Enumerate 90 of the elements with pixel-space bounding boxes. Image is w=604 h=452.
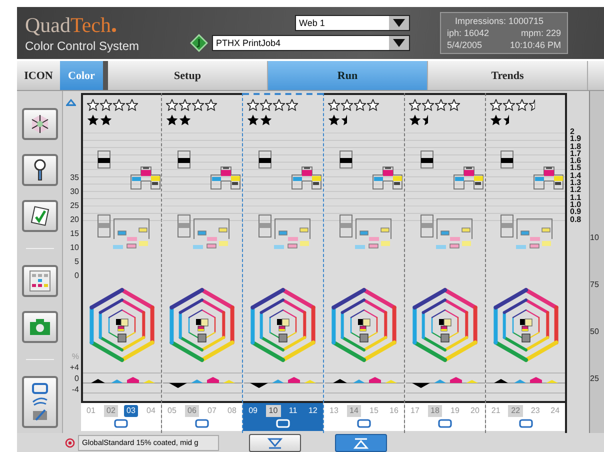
axis-label: % [70, 351, 79, 362]
zone-number[interactable]: 10 [266, 405, 281, 417]
web-dropdown[interactable]: Web 1 [295, 14, 410, 30]
impressions-count: Impressions: 1000715 [455, 16, 544, 26]
axis-label: 0 [74, 270, 79, 282]
frame-icon[interactable] [195, 419, 209, 428]
mode-tab[interactable]: Color [60, 61, 103, 90]
zone-number[interactable]: 01 [84, 405, 98, 417]
up-arrow-icon [351, 436, 371, 450]
axis-label: 35 [70, 172, 79, 184]
zone-number[interactable]: 04 [144, 405, 158, 417]
down-button[interactable] [249, 434, 301, 452]
axis-label: 1.5 [569, 164, 582, 172]
frame-icon[interactable] [114, 419, 128, 428]
mpm-reading: mpm: 229 [520, 28, 561, 38]
zone-number[interactable]: 12 [305, 405, 320, 417]
logo: QuadTech [25, 14, 175, 36]
zone-number[interactable]: 13 [326, 405, 342, 417]
zone-number[interactable]: 11 [286, 405, 300, 417]
axis-label: 10 [70, 242, 79, 254]
axis-label: 1.9 [569, 135, 582, 143]
axis-label: -4 [70, 384, 79, 395]
axis-label: 1.8 [569, 142, 582, 150]
zone-number[interactable]: 20 [468, 405, 482, 417]
axis-label: 1.3 [569, 179, 582, 186]
ink-grid-icon [28, 269, 52, 293]
tab-edge [588, 61, 604, 90]
down-arrow-icon [265, 436, 285, 450]
zone-number[interactable]: 05 [164, 405, 180, 417]
zone-number[interactable]: 24 [548, 405, 563, 417]
tab[interactable]: Trends [428, 61, 588, 90]
tab-separator [103, 61, 108, 90]
ink-keys-button[interactable] [22, 265, 58, 297]
zone-number[interactable]: 06 [184, 405, 200, 417]
frame-icon[interactable] [438, 419, 452, 428]
zone-number[interactable]: 14 [346, 405, 362, 417]
axis-label: 0 [74, 373, 79, 384]
iph-reading: iph: 16042 [447, 28, 490, 38]
axis-label: 1.6 [569, 157, 582, 164]
axis-label: 1.7 [569, 150, 582, 158]
inspect-button[interactable] [22, 154, 58, 186]
axis-label: 1.4 [569, 172, 582, 180]
axis-label: 1.1 [569, 194, 582, 201]
tab[interactable]: Run [268, 61, 428, 90]
axis-label: +4 [70, 362, 79, 373]
target-icon [65, 438, 75, 448]
up-button[interactable] [335, 434, 387, 452]
mode-tab[interactable]: ICON [17, 61, 60, 90]
axis-label: 25 [70, 200, 79, 212]
axis-label: 1.0 [569, 200, 582, 208]
scale-label: 75 [590, 280, 600, 289]
axis-label: 0.8 [569, 216, 582, 223]
job-dropdown[interactable]: PTHX PrintJob4 [212, 34, 410, 50]
zone-number[interactable]: 16 [386, 405, 402, 417]
frame-icon[interactable] [518, 419, 532, 428]
axis-label: 30 [70, 186, 79, 198]
axis-label: 20 [70, 214, 79, 226]
scale-label: 50 [590, 327, 600, 336]
axis-label: 0.9 [569, 208, 582, 216]
zone-number[interactable]: 18 [428, 405, 442, 417]
axis-label: 15 [70, 228, 79, 240]
scroll-up-icon[interactable] [66, 99, 76, 106]
zone-number[interactable]: 21 [488, 405, 504, 417]
caret-icon [389, 16, 409, 30]
approve-button[interactable] [22, 200, 58, 232]
scale-label: 25 [590, 374, 600, 383]
tab[interactable]: Setup [108, 61, 268, 90]
view-tools-button[interactable] [22, 376, 58, 428]
zone-number[interactable]: 19 [448, 405, 462, 417]
zone-number[interactable]: 23 [528, 405, 543, 417]
time-text: 10:10:46 PM [510, 40, 561, 50]
camera-button[interactable] [22, 311, 58, 343]
scale-label: 10 [590, 233, 600, 242]
app-subtitle: Color Control System [25, 38, 140, 52]
zone-number[interactable]: 02 [104, 405, 118, 417]
axis-label: 1.2 [569, 186, 582, 194]
axis-label: 5 [74, 256, 79, 268]
caret-icon [389, 36, 409, 50]
zone-number[interactable]: 17 [408, 405, 422, 417]
frame-icon[interactable] [357, 419, 371, 428]
date-text: 5/4/2005 [447, 40, 482, 50]
color-wheel-button[interactable] [22, 108, 58, 140]
zone-number[interactable]: 07 [204, 405, 220, 417]
status-diamond-icon [190, 34, 208, 52]
zone-number[interactable]: 03 [124, 405, 138, 417]
zone-number[interactable]: 15 [366, 405, 382, 417]
axis-label: 2 [569, 128, 574, 136]
zone-number[interactable]: 08 [224, 405, 240, 417]
zone-number[interactable]: 22 [508, 405, 524, 417]
zone-number[interactable]: 09 [246, 405, 261, 417]
